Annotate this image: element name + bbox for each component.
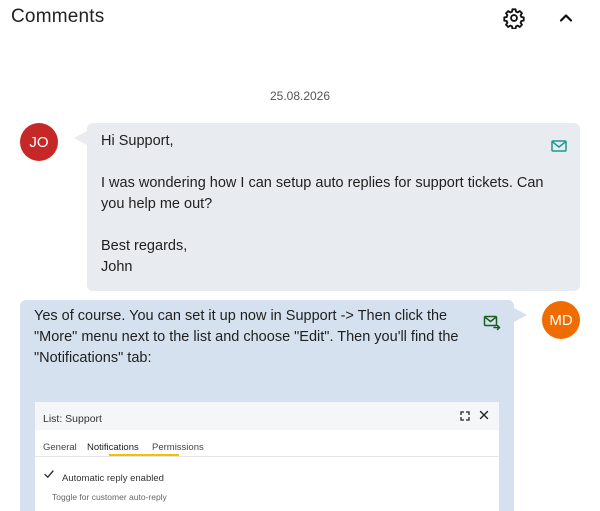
mail-sent-icon	[483, 315, 501, 331]
collapse-button[interactable]	[554, 6, 578, 30]
message-bubble-outgoing: Yes of course. You can set it up now in …	[20, 300, 527, 511]
settings-button[interactable]	[502, 6, 526, 30]
avatar[interactable]: JO	[20, 123, 58, 161]
embedded-dialog-title: List: Support	[43, 413, 102, 425]
message-body: Yes of course. You can set it up now in …	[34, 308, 459, 366]
embedded-checkbox-hint: Toggle for customer auto-reply	[52, 492, 167, 502]
chevron-up-icon	[559, 14, 573, 22]
message-bubble-incoming: Hi Support, I was wondering how I can se…	[74, 123, 580, 291]
expand-icon	[460, 411, 470, 421]
avatar[interactable]: MD	[542, 301, 580, 339]
embedded-checkbox-label: Automatic reply enabled	[62, 473, 164, 484]
embedded-screenshot: List: Support General Notifications Perm…	[35, 402, 499, 511]
panel-title: Comments	[11, 6, 105, 27]
embedded-dialog-header: List: Support	[35, 402, 499, 430]
close-icon	[479, 410, 489, 420]
date-separator: 25.08.2026	[269, 89, 331, 103]
message-paragraph: Hi Support,	[101, 133, 174, 149]
comments-header: Comments	[0, 0, 600, 36]
message-paragraph: I was wondering how I can setup auto rep…	[101, 175, 544, 212]
comments-panel: Comments 25.08.2026 JO Hi Support, I was…	[0, 0, 600, 511]
message-paragraph: Best regards, John	[101, 238, 188, 275]
embedded-tab-general: General	[43, 442, 77, 453]
message-body: Hi Support, I was wondering how I can se…	[101, 131, 553, 278]
mail-icon	[551, 140, 567, 152]
embedded-tabs: General Notifications Permissions	[35, 432, 499, 457]
gear-icon	[503, 8, 525, 29]
check-icon	[44, 470, 54, 478]
active-tab-indicator	[109, 454, 179, 456]
